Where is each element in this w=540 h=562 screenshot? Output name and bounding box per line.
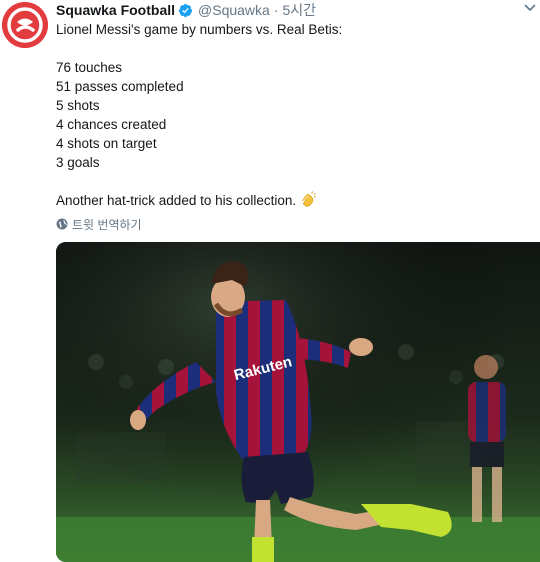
tweet-line-chances: 4 chances created: [56, 117, 167, 132]
tweet-line-closing: Another hat-trick added to his collectio…: [56, 191, 540, 210]
tweet-header: Squawka Football @Squawka · 5시간: [56, 0, 540, 20]
tweet-line-headline: Lionel Messi's game by numbers vs. Real …: [56, 22, 343, 37]
verified-badge-icon: [178, 3, 193, 17]
translate-label[interactable]: 트윗 번역하기: [72, 216, 142, 233]
player-celebration-photo: Rakuten: [56, 242, 540, 562]
tweet-photo[interactable]: Rakuten: [56, 242, 540, 562]
globe-icon: [56, 218, 68, 230]
chevron-down-icon[interactable]: [523, 1, 537, 15]
tweet-line-passes: 51 passes completed: [56, 79, 184, 94]
header-separator: ·: [273, 2, 279, 18]
translate-tweet-link[interactable]: 트윗 번역하기: [56, 215, 540, 233]
tweet-content: Squawka Football @Squawka · 5시간 Lionel M…: [56, 0, 540, 233]
tweet-line-touches: 76 touches: [56, 60, 123, 75]
squawka-logo-icon: [2, 2, 48, 48]
tweet-line-shots-on-target: 4 shots on target: [56, 136, 157, 151]
tweet-timestamp[interactable]: 5시간: [283, 0, 317, 20]
tweet-closing-text: Another hat-trick added to his collectio…: [56, 193, 297, 208]
clapping-hands-icon: [301, 191, 317, 207]
avatar[interactable]: [2, 2, 48, 48]
author-name[interactable]: Squawka Football: [56, 2, 175, 18]
author-handle[interactable]: @Squawka: [198, 2, 270, 18]
tweet-text: Lionel Messi's game by numbers vs. Real …: [56, 20, 540, 210]
tweet[interactable]: Squawka Football @Squawka · 5시간 Lionel M…: [0, 0, 540, 562]
tweet-line-shots: 5 shots: [56, 98, 100, 113]
tweet-line-goals: 3 goals: [56, 155, 100, 170]
